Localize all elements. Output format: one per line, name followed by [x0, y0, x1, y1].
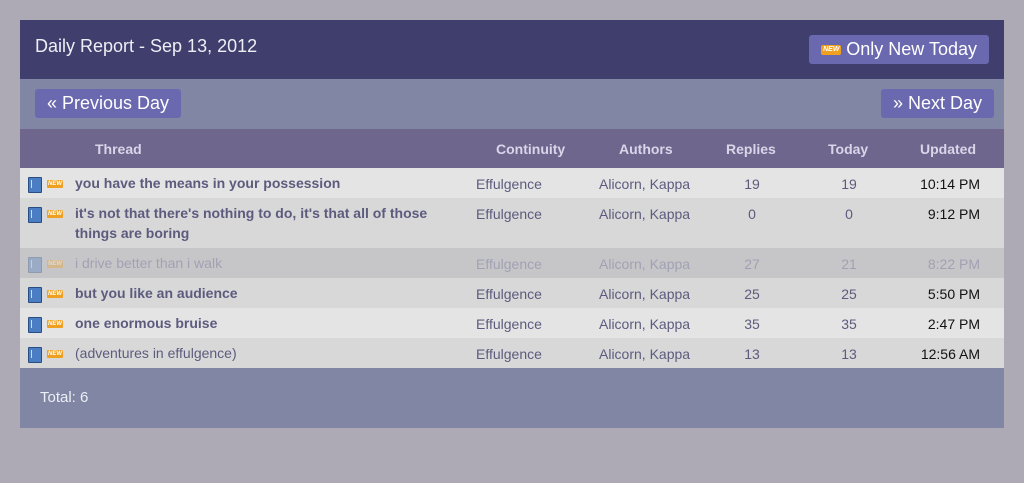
table-header: Thread Continuity Authors Replies Today …: [20, 129, 1004, 168]
thread-book-icon[interactable]: [28, 207, 42, 223]
column-replies[interactable]: Replies: [726, 141, 776, 157]
continuity-link[interactable]: Effulgence: [476, 316, 542, 332]
author-link[interactable]: Alicorn: [599, 206, 642, 222]
authors-cell: Alicorn, Kappa: [599, 256, 691, 272]
continuity-link[interactable]: Effulgence: [476, 346, 542, 362]
new-badge-icon[interactable]: NEW: [47, 320, 63, 328]
authors-cell: Alicorn, Kappa: [599, 206, 691, 222]
table-row: NEW i drive better than i walk Effulgenc…: [20, 248, 1004, 278]
continuity-link[interactable]: Effulgence: [476, 176, 542, 192]
only-new-today-button[interactable]: NEW Only New Today: [809, 35, 989, 64]
day-navigation: « Previous Day » Next Day: [20, 79, 1004, 129]
today-count: 35: [841, 316, 857, 332]
author-link[interactable]: Alicorn: [599, 256, 642, 272]
new-badge-icon[interactable]: NEW: [47, 350, 63, 358]
author-link[interactable]: Kappa: [650, 316, 690, 332]
author-link[interactable]: Kappa: [650, 176, 690, 192]
replies-count: 35: [744, 316, 760, 332]
new-badge-icon[interactable]: NEW: [47, 260, 63, 268]
today-count: 0: [845, 206, 853, 222]
report-footer: Total: 6: [20, 368, 1004, 428]
next-day-button[interactable]: » Next Day: [880, 89, 994, 118]
replies-count: 25: [744, 286, 760, 302]
author-link[interactable]: Kappa: [650, 206, 690, 222]
replies-count: 13: [744, 346, 760, 362]
report-header: Daily Report - Sep 13, 2012 NEW Only New…: [20, 20, 1004, 79]
thread-link[interactable]: you have the means in your possession: [75, 173, 455, 193]
daily-report-panel: Daily Report - Sep 13, 2012 NEW Only New…: [20, 20, 1004, 428]
thread-book-icon[interactable]: [28, 317, 42, 333]
updated-time: 9:12 PM: [927, 206, 980, 222]
new-badge-icon: NEW: [821, 44, 842, 55]
continuity-link[interactable]: Effulgence: [476, 206, 542, 222]
column-thread[interactable]: Thread: [95, 141, 142, 157]
today-count: 25: [841, 286, 857, 302]
authors-cell: Alicorn, Kappa: [599, 346, 691, 362]
thread-book-icon[interactable]: [28, 177, 42, 193]
authors-cell: Alicorn, Kappa: [599, 286, 691, 302]
new-badge-icon[interactable]: NEW: [47, 180, 63, 188]
new-badge-icon[interactable]: NEW: [47, 290, 63, 298]
column-updated[interactable]: Updated: [920, 141, 976, 157]
authors-cell: Alicorn, Kappa: [599, 316, 691, 332]
continuity-link[interactable]: Effulgence: [476, 286, 542, 302]
table-row: NEW but you like an audience Effulgence …: [20, 278, 1004, 308]
updated-time: 2:47 PM: [927, 316, 980, 332]
author-link[interactable]: Alicorn: [599, 286, 642, 302]
column-authors[interactable]: Authors: [619, 141, 673, 157]
table-row: NEW (adventures in effulgence) Effulgenc…: [20, 338, 1004, 368]
replies-count: 0: [748, 206, 756, 222]
column-continuity[interactable]: Continuity: [496, 141, 565, 157]
updated-time: 8:22 PM: [927, 256, 980, 272]
thread-link[interactable]: one enormous bruise: [75, 313, 455, 333]
total-count: Total: 6: [40, 389, 89, 406]
page-title: Daily Report - Sep 13, 2012: [35, 36, 258, 56]
today-count: 19: [841, 176, 857, 192]
table-row: NEW you have the means in your possessio…: [20, 168, 1004, 198]
replies-count: 27: [744, 256, 760, 272]
thread-link[interactable]: it's not that there's nothing to do, it'…: [75, 203, 455, 243]
author-link[interactable]: Alicorn: [599, 316, 642, 332]
table-row: NEW it's not that there's nothing to do,…: [20, 198, 1004, 248]
author-link[interactable]: Alicorn: [599, 176, 642, 192]
updated-time: 10:14 PM: [920, 176, 980, 192]
updated-time: 5:50 PM: [927, 286, 980, 302]
column-today[interactable]: Today: [828, 141, 868, 157]
author-link[interactable]: Kappa: [650, 286, 690, 302]
table-row: NEW one enormous bruise Effulgence Alico…: [20, 308, 1004, 338]
thread-book-icon[interactable]: [28, 257, 42, 273]
authors-cell: Alicorn, Kappa: [599, 176, 691, 192]
today-count: 13: [841, 346, 857, 362]
continuity-link[interactable]: Effulgence: [476, 256, 542, 272]
updated-time: 12:56 AM: [920, 346, 980, 362]
previous-day-button[interactable]: « Previous Day: [35, 89, 182, 118]
thread-link[interactable]: i drive better than i walk: [75, 253, 455, 273]
author-link[interactable]: Kappa: [650, 256, 690, 272]
thread-book-icon[interactable]: [28, 287, 42, 303]
author-link[interactable]: Alicorn: [599, 346, 642, 362]
replies-count: 19: [744, 176, 760, 192]
only-new-today-label: Only New Today: [846, 39, 977, 59]
thread-link[interactable]: but you like an audience: [75, 283, 455, 303]
thread-book-icon[interactable]: [28, 347, 42, 363]
today-count: 21: [841, 256, 857, 272]
author-link[interactable]: Kappa: [650, 346, 690, 362]
new-badge-icon[interactable]: NEW: [47, 210, 63, 218]
thread-link[interactable]: (adventures in effulgence): [75, 343, 455, 363]
